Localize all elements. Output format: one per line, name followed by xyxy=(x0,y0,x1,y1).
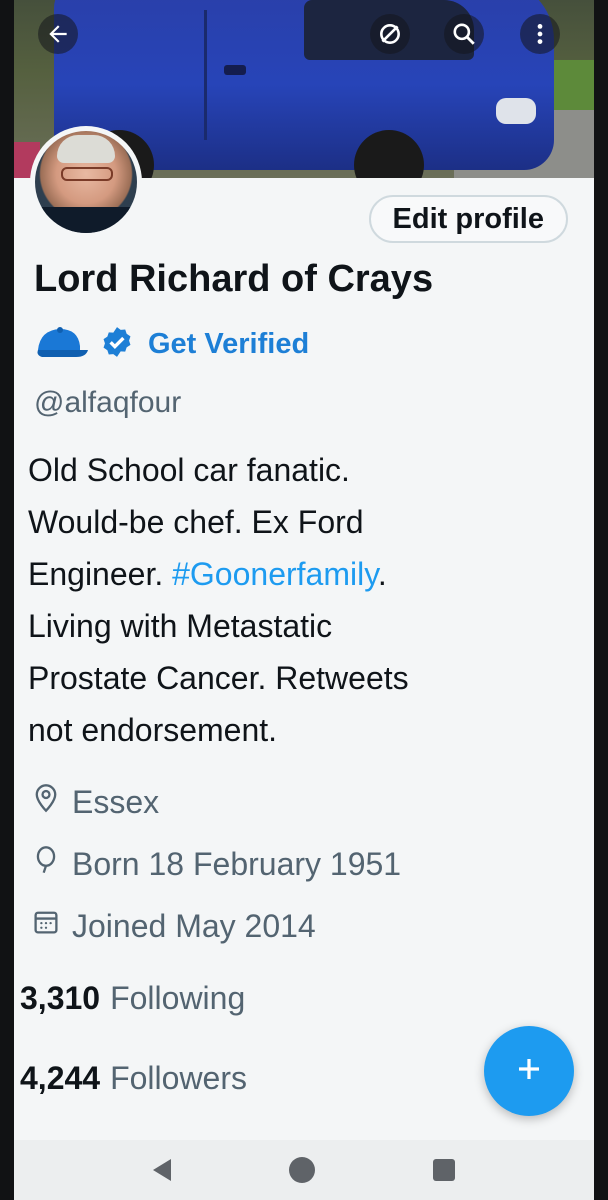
bio-line: Old School car fanatic. xyxy=(28,452,350,488)
compose-button[interactable] xyxy=(484,1026,574,1116)
following-count: 3,310 xyxy=(20,979,101,1016)
balloon-icon xyxy=(32,845,60,883)
joined-row: Joined May 2014 xyxy=(32,904,316,948)
nav-recents-icon[interactable] xyxy=(433,1159,455,1181)
bio-text: . xyxy=(377,556,387,592)
avatar[interactable] xyxy=(30,126,142,238)
followers-count: 4,244 xyxy=(20,1059,101,1096)
bio-text: Engineer. xyxy=(28,556,173,592)
bio-line: Prostate Cancer. Retweets xyxy=(28,660,409,696)
bio-line: Engineer. #Goonerfamily. xyxy=(28,548,568,600)
location-pin-icon xyxy=(32,783,60,821)
calendar-icon xyxy=(32,907,60,945)
more-options-button[interactable] xyxy=(520,14,560,54)
following-label: Following xyxy=(110,979,246,1016)
profile-name: Lord Richard of Crays xyxy=(34,258,434,300)
birthday-row: Born 18 February 1951 xyxy=(32,842,401,886)
bio-line: Living with Metastatic xyxy=(28,608,333,644)
plus-icon xyxy=(514,1054,544,1089)
verification-row: Get Verified xyxy=(32,322,309,366)
search-icon xyxy=(451,21,477,47)
get-verified-link[interactable]: Get Verified xyxy=(148,328,309,361)
search-button[interactable] xyxy=(444,14,484,54)
following-stat[interactable]: 3,310 Following xyxy=(20,976,245,1020)
location-row: Essex xyxy=(32,780,159,824)
hashtag-link[interactable]: #Goonerfamily xyxy=(172,556,378,592)
followers-stat[interactable]: 4,244 Followers xyxy=(20,1056,247,1100)
verified-badge-icon[interactable] xyxy=(100,325,134,364)
birthday-text: Born 18 February 1951 xyxy=(72,845,402,882)
edit-profile-button[interactable]: Edit profile xyxy=(368,195,568,243)
phone-frame: Edit profile Lord Richard of Crays Get V… xyxy=(0,0,608,1200)
profile-bio: Old School car fanatic. Would-be chef. E… xyxy=(28,444,568,756)
slashed-circle-icon xyxy=(377,21,403,47)
location-text: Essex xyxy=(72,783,160,820)
profile-screen: Edit profile Lord Richard of Crays Get V… xyxy=(14,0,594,1200)
system-nav-bar xyxy=(14,1140,594,1200)
nav-back-icon[interactable] xyxy=(153,1159,171,1181)
mute-button[interactable] xyxy=(370,14,410,54)
joined-text: Joined May 2014 xyxy=(72,907,316,944)
arrow-left-icon xyxy=(45,21,71,47)
followers-label: Followers xyxy=(110,1059,247,1096)
avatar-photo xyxy=(35,131,137,233)
bio-line: not endorsement. xyxy=(28,712,278,748)
kebab-menu-icon xyxy=(527,21,553,47)
nav-home-icon[interactable] xyxy=(289,1157,315,1183)
bio-line: Would-be chef. Ex Ford xyxy=(28,504,364,540)
profile-handle: @alfaqfour xyxy=(34,386,182,419)
back-button[interactable] xyxy=(38,14,78,54)
cap-emoji-icon xyxy=(32,324,90,365)
